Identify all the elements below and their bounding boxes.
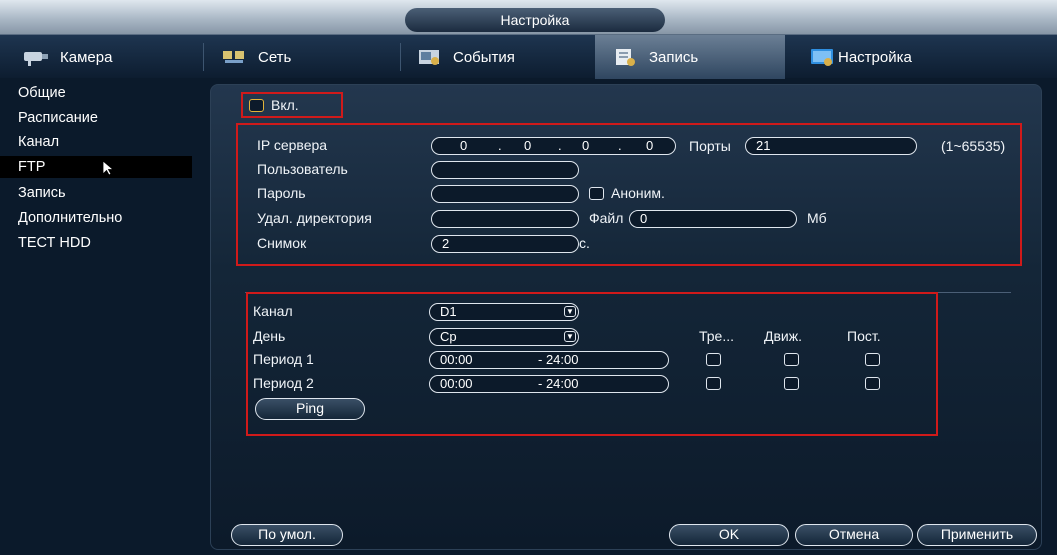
channel-select[interactable]: D1 ▼ [429, 303, 579, 321]
day-label: День [253, 328, 286, 344]
user-label: Пользователь [257, 161, 348, 177]
period-2-regular-checkbox[interactable] [865, 377, 880, 390]
tab-network[interactable]: Сеть [220, 35, 395, 79]
day-select-value: Ср [440, 329, 457, 344]
column-regular-header: Пост. [847, 328, 881, 344]
port-label: Порты [689, 138, 731, 154]
period-1-start: 00:00 [440, 352, 473, 367]
period-2-start: 00:00 [440, 376, 473, 391]
remote-dir-label: Удал. директория [257, 210, 372, 226]
file-size-unit: Мб [807, 210, 827, 226]
enable-checkbox[interactable] [249, 99, 264, 112]
tab-network-label: Сеть [258, 48, 292, 66]
sidebar-item-schedule[interactable]: Расписание [0, 107, 200, 129]
tab-settings[interactable]: Настройка [808, 35, 998, 79]
snapshot-interval-field[interactable]: 2 [431, 235, 579, 253]
ip-octet-1: 0 [460, 138, 468, 153]
period-1-alarm-checkbox[interactable] [706, 353, 721, 366]
tab-events-label: События [453, 48, 515, 66]
password-field[interactable] [431, 185, 579, 203]
tab-divider [203, 43, 204, 71]
settings-icon [808, 47, 836, 67]
tab-record[interactable]: Запись [595, 35, 785, 79]
period-2-end: - 24:00 [538, 376, 579, 391]
anonymous-checkbox[interactable] [589, 187, 604, 200]
day-select[interactable]: Ср ▼ [429, 328, 579, 346]
sidebar-item-channel[interactable]: Канал [0, 131, 200, 153]
ok-button[interactable]: OK [669, 524, 789, 546]
mouse-cursor-icon [102, 160, 116, 183]
chevron-down-icon: ▼ [564, 331, 576, 342]
camera-icon [22, 47, 50, 67]
ftp-settings-panel: Вкл. IP сервера 0 . 0 . 0 . 0 Порты 21 (… [210, 84, 1042, 550]
tab-settings-label: Настройка [838, 48, 912, 66]
file-size-field[interactable]: 0 [629, 210, 797, 228]
events-icon [415, 47, 443, 67]
sidebar-item-record[interactable]: Запись [0, 182, 200, 204]
port-field[interactable]: 21 [745, 137, 917, 155]
tab-camera[interactable]: Камера [22, 35, 197, 79]
password-label: Пароль [257, 185, 306, 201]
ip-octet-4: 0 [646, 138, 654, 153]
enable-label: Вкл. [271, 97, 299, 113]
sidebar-item-general[interactable]: Общие [0, 82, 200, 104]
window-title: Настройка [405, 8, 665, 32]
remote-dir-field[interactable] [431, 210, 579, 228]
apply-button[interactable]: Применить [917, 524, 1037, 546]
tab-events[interactable]: События [415, 35, 590, 79]
period-1-motion-checkbox[interactable] [784, 353, 799, 366]
server-ip-label: IP сервера [257, 137, 328, 153]
sidebar-item-hdd-test[interactable]: ТЕСТ HDD [0, 232, 200, 254]
chevron-down-icon: ▼ [564, 306, 576, 317]
record-icon [611, 47, 639, 67]
tab-divider [400, 43, 401, 71]
sidebar-item-advanced[interactable]: Дополнительно [0, 207, 200, 229]
period-2-label: Период 2 [253, 375, 314, 391]
cancel-button[interactable]: Отмена [795, 524, 913, 546]
channel-label: Канал [253, 303, 293, 319]
period-2-time-field[interactable]: 00:00 - 24:00 [429, 375, 669, 393]
ip-octet-2: 0 [524, 138, 532, 153]
column-motion-header: Движ. [764, 328, 802, 344]
period-1-regular-checkbox[interactable] [865, 353, 880, 366]
anonymous-label: Аноним. [611, 185, 665, 201]
channel-select-value: D1 [440, 304, 457, 319]
tab-camera-label: Камера [60, 48, 113, 66]
period-1-label: Период 1 [253, 351, 314, 367]
user-field[interactable] [431, 161, 579, 179]
ip-octet-3: 0 [582, 138, 590, 153]
port-range-hint: (1~65535) [941, 138, 1006, 154]
period-2-motion-checkbox[interactable] [784, 377, 799, 390]
period-1-time-field[interactable]: 00:00 - 24:00 [429, 351, 669, 369]
period-1-end: - 24:00 [538, 352, 579, 367]
period-2-alarm-checkbox[interactable] [706, 377, 721, 390]
tab-record-label: Запись [649, 48, 699, 66]
snapshot-label: Снимок [257, 235, 307, 251]
sidebar-item-ftp[interactable]: FTP [0, 156, 192, 178]
title-bar: Настройка [0, 0, 1057, 34]
app-window: Настройка Камера Сеть События Запись Нас… [0, 0, 1057, 555]
file-size-label: Файл [589, 210, 624, 226]
ping-button[interactable]: Ping [255, 398, 365, 420]
server-ip-field[interactable]: 0 . 0 . 0 . 0 [431, 137, 676, 155]
default-button[interactable]: По умол. [231, 524, 343, 546]
snapshot-unit: с. [579, 235, 590, 251]
sidebar-item-ftp-label: FTP [18, 159, 46, 175]
sidebar: Общие Расписание Канал FTP Запись Дополн… [0, 78, 200, 555]
tab-bar: Камера Сеть События Запись Настройка [0, 34, 1057, 79]
column-alarm-header: Тре... [699, 328, 735, 344]
network-icon [220, 47, 248, 67]
